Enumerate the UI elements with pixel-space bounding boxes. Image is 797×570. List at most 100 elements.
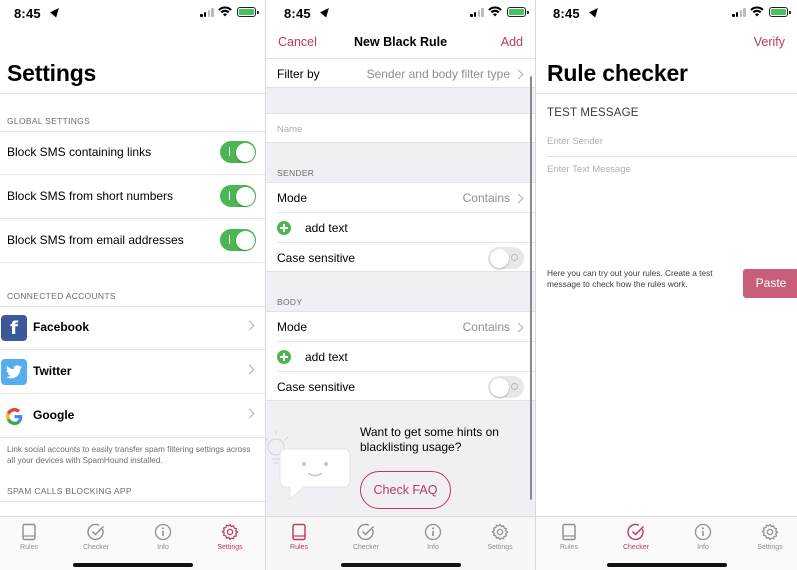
tab-info[interactable]: Info bbox=[683, 521, 723, 551]
nav-bar: Verify bbox=[536, 26, 797, 58]
chat-bot-illustration bbox=[266, 431, 351, 501]
chevron-right-icon bbox=[244, 408, 255, 419]
sender-mode-row[interactable]: Mode Contains bbox=[266, 183, 535, 213]
body-case-toggle[interactable] bbox=[488, 376, 524, 398]
scrollbar[interactable] bbox=[529, 76, 532, 500]
setting-row-links: Block SMS containing links bbox=[0, 131, 265, 175]
account-label: Google bbox=[33, 408, 75, 422]
location-arrow-icon bbox=[589, 5, 601, 18]
tab-label: Info bbox=[157, 544, 169, 551]
twitter-icon bbox=[1, 359, 27, 385]
mode-label: Mode bbox=[277, 320, 308, 334]
gear-icon bbox=[491, 523, 509, 541]
tab-rules[interactable]: Rules bbox=[549, 521, 589, 551]
accounts-footnote: Link social accounts to easily transfer … bbox=[7, 445, 251, 465]
wifi-icon bbox=[218, 6, 232, 17]
account-label: Twitter bbox=[33, 364, 72, 378]
tab-label: Info bbox=[427, 544, 439, 551]
location-arrow-icon bbox=[320, 5, 332, 18]
tab-label: Rules bbox=[560, 544, 578, 551]
tab-label: Checker bbox=[622, 544, 650, 551]
block-short-numbers-toggle[interactable] bbox=[220, 185, 256, 207]
setting-label: Block SMS containing links bbox=[7, 145, 152, 159]
book-icon bbox=[562, 523, 576, 541]
tab-bar: Rules Checker Info Settings bbox=[536, 516, 797, 570]
cellular-signal-icon bbox=[200, 8, 214, 17]
paste-button[interactable]: Paste bbox=[743, 269, 797, 298]
tab-checker[interactable]: Checker bbox=[76, 521, 116, 551]
name-input[interactable]: Name bbox=[277, 124, 302, 135]
tab-settings[interactable]: Settings bbox=[480, 521, 520, 551]
sender-input[interactable]: Enter Sender bbox=[547, 136, 797, 147]
add-circle-icon bbox=[277, 350, 291, 364]
status-bar: 8:45 bbox=[266, 0, 535, 26]
tab-label: Settings bbox=[217, 544, 243, 551]
tab-settings[interactable]: Settings bbox=[210, 521, 250, 551]
home-indicator bbox=[606, 563, 727, 567]
sender-case-toggle[interactable] bbox=[488, 247, 524, 269]
name-field[interactable]: Name bbox=[266, 113, 535, 143]
check-circle-icon bbox=[357, 523, 375, 541]
add-text-label: add text bbox=[305, 221, 348, 235]
add-button[interactable]: Add bbox=[501, 35, 523, 49]
filter-by-label: Filter by bbox=[277, 67, 320, 81]
block-links-toggle[interactable] bbox=[220, 141, 256, 163]
chevron-right-icon bbox=[244, 320, 255, 331]
filter-by-row[interactable]: Filter by Sender and body filter type bbox=[266, 58, 535, 88]
account-label: Facebook bbox=[33, 320, 90, 334]
setting-row-short-numbers: Block SMS from short numbers bbox=[0, 175, 265, 219]
mode-label: Mode bbox=[277, 191, 308, 205]
chevron-right-icon bbox=[244, 364, 255, 375]
section-header-accounts: CONNECTED ACCOUNTS bbox=[7, 291, 116, 301]
setting-row-email: Block SMS from email addresses bbox=[0, 219, 265, 263]
block-email-toggle[interactable] bbox=[220, 229, 256, 251]
info-icon bbox=[154, 523, 172, 541]
nav-bar: Cancel New Black Rule Add bbox=[266, 26, 535, 58]
body-add-text-row[interactable]: add text bbox=[266, 342, 535, 372]
body-section-header: BODY bbox=[277, 297, 303, 307]
body-case-row: Case sensitive bbox=[266, 372, 535, 402]
sender-case-row: Case sensitive bbox=[266, 243, 535, 273]
section-header-calls: SPAM CALLS BLOCKING APP bbox=[7, 486, 132, 496]
body-mode-row[interactable]: Mode Contains bbox=[266, 312, 535, 342]
cellular-signal-icon bbox=[732, 8, 746, 17]
tab-rules[interactable]: Rules bbox=[9, 521, 49, 551]
test-message-header: TEST MESSAGE bbox=[547, 107, 639, 119]
check-circle-icon bbox=[627, 523, 645, 541]
tab-checker[interactable]: Checker bbox=[346, 521, 386, 551]
chevron-right-icon bbox=[513, 69, 524, 80]
divider bbox=[536, 93, 797, 94]
battery-icon bbox=[237, 7, 259, 17]
page-title: Rule checker bbox=[547, 60, 688, 86]
account-row-twitter[interactable]: Twitter bbox=[0, 350, 265, 394]
tab-rules[interactable]: Rules bbox=[279, 521, 319, 551]
verify-button[interactable]: Verify bbox=[754, 35, 785, 49]
tab-info[interactable]: Info bbox=[143, 521, 183, 551]
home-indicator bbox=[340, 563, 461, 567]
settings-screen: 8:45 Settings GLOBAL SETTINGS Block SMS … bbox=[0, 0, 265, 570]
add-text-label: add text bbox=[305, 350, 348, 364]
tab-settings[interactable]: Settings bbox=[750, 521, 790, 551]
new-rule-screen: 8:45 Cancel New Black Rule Add Filter by… bbox=[266, 0, 535, 570]
page-title: Settings bbox=[7, 60, 97, 86]
status-time: 8:45 bbox=[14, 6, 41, 21]
hint-text: Want to get some hints on blacklisting u… bbox=[360, 425, 499, 454]
tab-info[interactable]: Info bbox=[413, 521, 453, 551]
info-icon bbox=[424, 523, 442, 541]
battery-icon bbox=[507, 7, 529, 17]
tab-bar: Rules Checker Info Settings bbox=[266, 516, 535, 570]
sender-section-header: SENDER bbox=[277, 168, 315, 178]
case-sensitive-label: Case sensitive bbox=[277, 251, 356, 265]
account-row-google[interactable]: Google bbox=[0, 394, 265, 438]
check-faq-button[interactable]: Check FAQ bbox=[360, 471, 451, 509]
message-input[interactable]: Enter Text Message bbox=[547, 164, 797, 175]
tab-label: Checker bbox=[352, 544, 380, 551]
gear-icon bbox=[221, 523, 239, 541]
sender-add-text-row[interactable]: add text bbox=[266, 213, 535, 243]
facebook-icon: f bbox=[1, 315, 27, 341]
book-icon bbox=[22, 523, 36, 541]
account-row-facebook[interactable]: f Facebook bbox=[0, 306, 265, 350]
check-circle-icon bbox=[87, 523, 105, 541]
tab-checker[interactable]: Checker bbox=[616, 521, 656, 551]
body-group: Mode Contains add text Case sensitive bbox=[266, 311, 535, 401]
